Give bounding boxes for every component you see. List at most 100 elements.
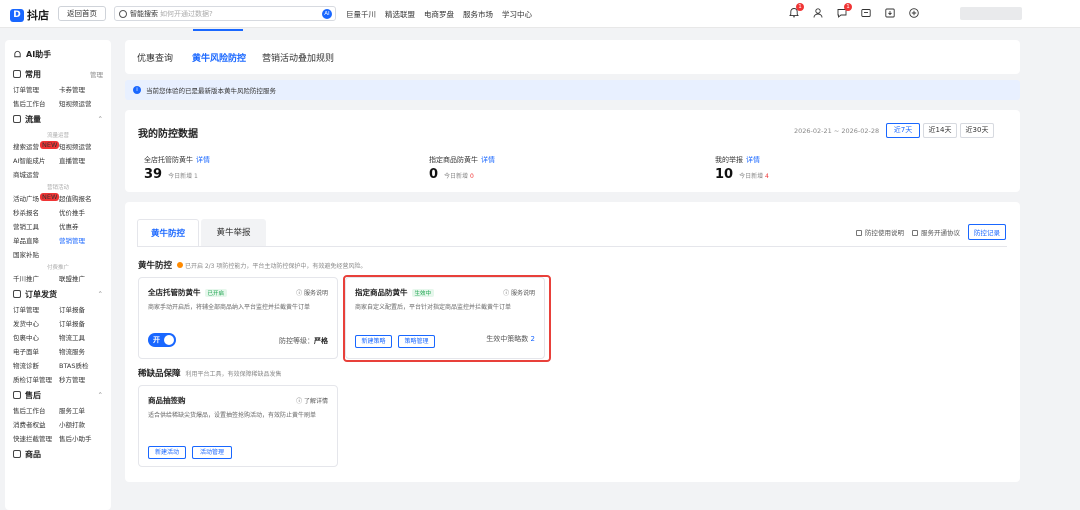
chevron-up-icon[interactable]: ⌃ (98, 290, 103, 298)
search-input[interactable]: 智能搜索 如何开通过数据? AI (114, 6, 336, 21)
sidebar-item[interactable]: 物流诊断 (13, 360, 59, 370)
section-title: 售后 (25, 390, 41, 400)
metric-store-managed: 全店托管防黄牛 详情 39 今日新增 1 (144, 155, 210, 182)
range-30d-button[interactable]: 近30天 (960, 123, 994, 138)
sidebar-item[interactable]: 售后小助手 (59, 433, 105, 443)
section-traffic[interactable]: 流量 ⌃ (13, 111, 103, 127)
sidebar-item[interactable]: 售后工作台 (13, 405, 59, 415)
sidebar-item[interactable]: 商城运营 (13, 169, 59, 179)
nav-link[interactable]: 学习中心 (502, 9, 532, 20)
sidebar-item[interactable]: 消费者权益 (13, 419, 59, 429)
range-selector: 近7天 近14天 近30天 (886, 123, 994, 138)
metric-detail-link[interactable]: 详情 (196, 156, 210, 164)
sidebar-item-active[interactable]: 营销管理 (59, 235, 105, 245)
card-desc: 商家手动开启后，将辅全部商品纳入平台监控并拦截黄牛订单 (148, 304, 311, 311)
metric-detail-link[interactable]: 详情 (746, 156, 760, 164)
sidebar-item[interactable]: 秒杀报名 (13, 207, 59, 217)
nav-link[interactable]: 精选联盟 (385, 9, 415, 20)
section-aftersale[interactable]: 售后 ⌃ (13, 387, 103, 403)
metric-detail-link[interactable]: 详情 (481, 156, 495, 164)
common-items: 订单管理 卡券管理 售后工作台 短视频运营 (13, 84, 103, 108)
ai-icon[interactable]: AI (322, 9, 332, 19)
logo[interactable]: D 抖店 (10, 7, 49, 23)
sidebar-item[interactable]: 短视频运营 (59, 98, 105, 108)
sidebar-item[interactable]: 售后工作台 (13, 98, 59, 108)
sidebar-item[interactable]: 活动广场 NEW (13, 193, 60, 203)
service-help-link[interactable]: ⓘ 服务说明 (296, 288, 328, 297)
sidebar-item[interactable]: BTAS质检 (59, 360, 105, 370)
bell-icon[interactable]: 1 (787, 3, 804, 20)
subtab-scalper-protection[interactable]: 黄牛防控 (137, 219, 199, 247)
ai-assistant[interactable]: AI助手 (13, 46, 103, 62)
chevron-up-icon[interactable]: ⌃ (98, 391, 103, 399)
doc-icon (856, 230, 862, 236)
nav-link[interactable]: 电商罗盘 (424, 9, 454, 20)
activity-manage-button[interactable]: 活动管理 (192, 446, 232, 459)
sidebar-item[interactable]: 小额打款 (59, 419, 105, 429)
sidebar-item[interactable]: 搜索运营 NEW (13, 141, 60, 151)
download-icon[interactable] (883, 6, 897, 20)
nav-link[interactable]: 服务市场 (463, 9, 493, 20)
back-home-button[interactable]: 返回首页 (58, 6, 106, 21)
tab-scalper-risk[interactable]: 黄牛风险防控 (192, 51, 246, 64)
section-products[interactable]: 商品 (13, 446, 103, 462)
learn-more-link[interactable]: ⓘ 了解详情 (296, 396, 328, 405)
chat-icon[interactable]: 1 (835, 3, 852, 20)
range-7d-button[interactable]: 近7天 (886, 123, 920, 138)
sidebar-item[interactable]: 订单报备 (59, 304, 105, 314)
sidebar-item[interactable]: 国家补贴 (13, 249, 59, 259)
sidebar-item[interactable]: 订单报备 (59, 318, 105, 328)
protection-toggle[interactable]: 开 (148, 333, 176, 347)
store-managed-card: 全店托管防黄牛 已开启 ⓘ 服务说明 商家手动开启后，将辅全部商品纳入平台监控并拦… (138, 277, 338, 359)
protection-record-button[interactable]: 防控记录 (968, 224, 1006, 240)
sidebar-item[interactable]: 卡券管理 (59, 84, 105, 94)
metric-value: 10 (715, 167, 734, 182)
sidebar-item[interactable]: 短视频运营 (59, 141, 105, 151)
new-badge: NEW (40, 193, 60, 201)
sidebar-item[interactable]: 千川推广 (13, 273, 59, 283)
sidebar-item[interactable]: AI智能成片 (13, 155, 59, 165)
usage-guide-link[interactable]: 防控使用说明 (856, 227, 904, 237)
sidebar-item[interactable]: 直播管理 (59, 155, 105, 165)
plus-circle-icon[interactable] (907, 6, 921, 20)
nav-link[interactable]: 巨量千川 (346, 9, 376, 20)
ai-assistant-label: AI助手 (26, 49, 52, 59)
sidebar-item[interactable]: 物流工具 (59, 332, 105, 342)
sidebar-item[interactable]: 服务工单 (59, 405, 105, 415)
section-common[interactable]: 常用 管理 (13, 66, 103, 82)
section-orders[interactable]: 订单发货 ⌃ (13, 286, 103, 302)
message-icon[interactable] (859, 6, 873, 20)
sidebar-item[interactable]: 秒方管理 (59, 374, 105, 384)
metric-label: 指定商品防黄牛 (429, 156, 478, 164)
section-title: 商品 (25, 449, 41, 459)
traffic-icon (13, 115, 21, 123)
sidebar-item[interactable]: 营销工具 (13, 221, 59, 231)
chevron-up-icon[interactable]: ⌃ (98, 115, 103, 123)
manage-link[interactable]: 管理 (90, 69, 103, 79)
sidebar-item[interactable]: 物流服务 (59, 346, 105, 356)
new-badge: NEW (40, 141, 60, 149)
top-bar: D 抖店 返回首页 智能搜索 如何开通过数据? AI 巨量千川 精选联盟 电商罗… (0, 0, 1080, 28)
sidebar-item[interactable]: 质检订单管理 (13, 374, 59, 384)
tab-stacking-rules[interactable]: 营销活动叠加规则 (262, 51, 334, 64)
range-14d-button[interactable]: 近14天 (923, 123, 957, 138)
user-icon[interactable] (811, 6, 825, 20)
tab-coupon-query[interactable]: 优惠查询 (137, 51, 173, 64)
sidebar-item[interactable]: 优价推手 (59, 207, 105, 217)
sidebar-item[interactable]: 超值购报名 (59, 193, 105, 203)
sidebar-item[interactable]: 快速拦截管理 (13, 433, 59, 443)
section-title: 常用 (25, 69, 41, 79)
subtab-scalper-report[interactable]: 黄牛举报 (201, 219, 266, 247)
sidebar-item[interactable]: 优惠券 (59, 221, 105, 231)
avatar[interactable] (960, 7, 1022, 20)
sidebar-item[interactable]: 单品直降 (13, 235, 59, 245)
sidebar-item[interactable]: 订单管理 (13, 84, 59, 94)
sidebar-item[interactable]: 包裹中心 (13, 332, 59, 342)
panel-title: 我的防控数据 (138, 129, 198, 140)
sidebar-item[interactable]: 联盟推广 (59, 273, 105, 283)
new-activity-button[interactable]: 新建活动 (148, 446, 186, 459)
sidebar-item[interactable]: 电子面单 (13, 346, 59, 356)
sidebar-item[interactable]: 发货中心 (13, 318, 59, 328)
sidebar-item[interactable]: 订单管理 (13, 304, 59, 314)
service-agreement-link[interactable]: 服务开通协议 (912, 227, 960, 237)
